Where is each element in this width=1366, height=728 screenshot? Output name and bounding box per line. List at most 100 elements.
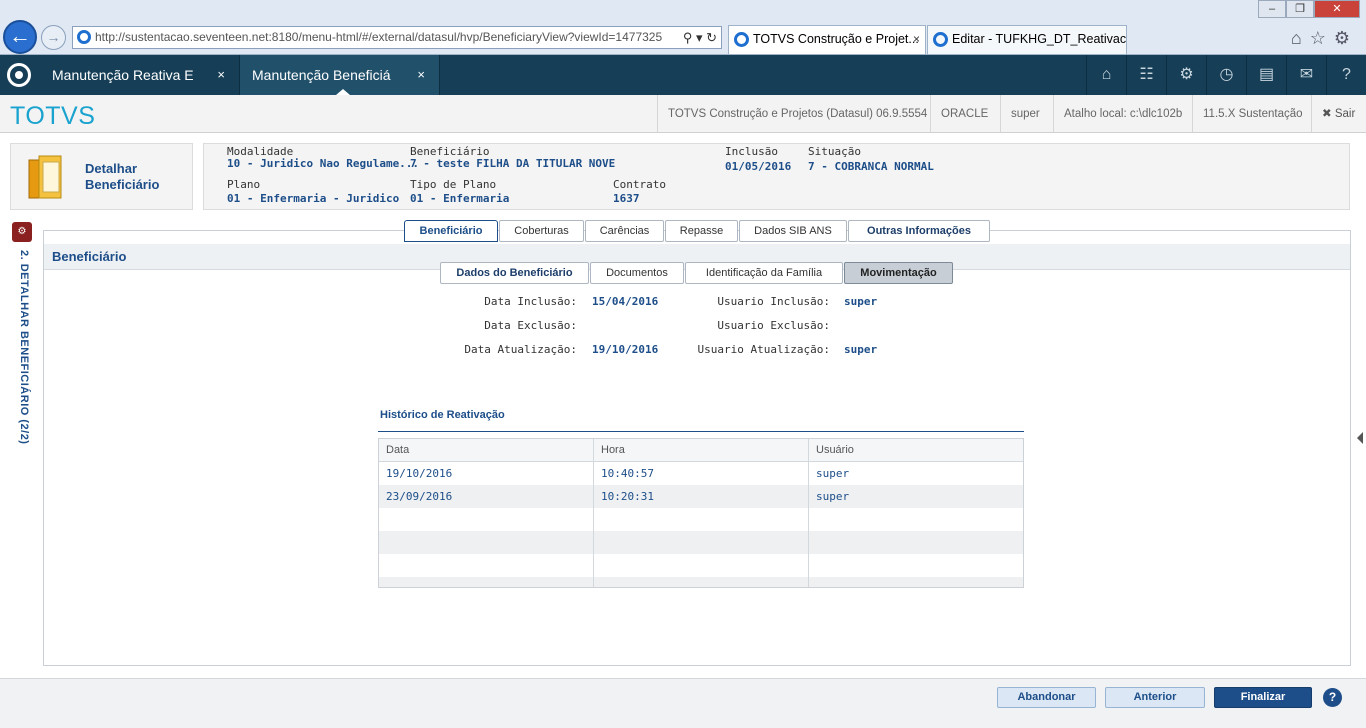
tab-repasse[interactable]: Repasse	[665, 220, 738, 242]
cell-usuario: super	[816, 467, 850, 480]
column-header-data[interactable]: Data	[379, 439, 409, 462]
column-divider	[593, 439, 594, 587]
usuario-exclusao-label: Usuario Exclusão:	[717, 319, 830, 332]
close-icon[interactable]: ×	[417, 55, 425, 95]
plano-label: Plano	[227, 178, 261, 191]
modalidade-value: 10 - Juridico Nao Regulame...	[227, 157, 420, 170]
app-tab-label: Manutenção Beneficiá	[252, 67, 391, 83]
data-inclusao-value: 15/04/2016	[592, 295, 659, 308]
tab-outras-informacoes[interactable]: Outras Informações	[848, 220, 990, 242]
app-tab-manutencao-reativa[interactable]: Manutenção Reativa E ×	[40, 55, 240, 95]
home-icon[interactable]: ⌂	[1086, 55, 1126, 95]
subtab-identificacao-familia[interactable]: Identificação da Família	[685, 262, 843, 284]
restore-icon[interactable]: ❐	[1286, 0, 1314, 18]
data-inclusao-label: Data Inclusão:	[484, 295, 577, 308]
gear-icon[interactable]: ⚙	[1166, 55, 1206, 95]
plano-value: 01 - Enfermaria - Juridico	[227, 192, 400, 205]
table-row-empty	[379, 508, 1023, 531]
divider	[378, 431, 1024, 432]
logout-button[interactable]: ✖ Sair	[1311, 95, 1365, 133]
tipo-plano-value: 01 - Enfermaria	[410, 192, 510, 205]
finalizar-button[interactable]: Finalizar	[1214, 687, 1312, 708]
context-title: Detalhar Beneficiário	[85, 161, 159, 193]
address-bar[interactable]: http://sustentacao.seventeen.net:8180/me…	[72, 26, 722, 49]
data-atualizacao-value: 19/10/2016	[592, 343, 659, 356]
table-row[interactable]: 23/09/2016 10:20:31 super	[379, 485, 1023, 508]
close-icon: ✖	[1322, 108, 1332, 120]
totvs-logo-icon[interactable]	[7, 63, 31, 87]
inclusao-value: 01/05/2016	[725, 160, 792, 173]
ie-icon	[77, 30, 91, 44]
panel-title: Beneficiário	[52, 249, 127, 264]
help-icon[interactable]: ?	[1323, 688, 1342, 707]
column-divider	[808, 439, 809, 587]
minimize-icon[interactable]: –	[1258, 0, 1286, 18]
usuario-inclusao-value: super	[844, 295, 878, 308]
app-tab-manutencao-beneficiario[interactable]: Manutenção Beneficiá ×	[240, 55, 440, 95]
window-close-icon[interactable]: ✕	[1314, 0, 1360, 18]
column-header-usuario[interactable]: Usuário	[809, 439, 854, 462]
tab-coberturas[interactable]: Coberturas	[499, 220, 584, 242]
close-icon[interactable]: ×	[913, 26, 920, 53]
tab-carencias[interactable]: Carências	[585, 220, 664, 242]
abandonar-button[interactable]: Abandonar	[997, 687, 1096, 708]
back-arrow-icon[interactable]: ←	[3, 20, 37, 54]
subtab-movimentacao[interactable]: Movimentação	[844, 262, 953, 284]
folder-icon	[28, 155, 62, 199]
browser-tab-label: TOTVS Construção e Projet...	[753, 32, 919, 46]
grid-header-row: Data Hora Usuário	[379, 439, 1023, 462]
cell-data: 19/10/2016	[386, 467, 453, 480]
logout-label: Sair	[1334, 108, 1356, 120]
anterior-button[interactable]: Anterior	[1105, 687, 1205, 708]
tab-dados-sib-ans[interactable]: Dados SIB ANS	[739, 220, 847, 242]
beneficiario-value: 7 - teste FILHA DA TITULAR NOVE	[410, 157, 616, 170]
usuario-atualizacao-label: Usuario Atualização:	[697, 343, 830, 356]
document-icon[interactable]: ▤	[1246, 55, 1286, 95]
context-title-box: Detalhar Beneficiário	[10, 143, 193, 210]
local-shortcut: Atalho local: c:\dlc102b	[1053, 95, 1192, 133]
usuario-atualizacao-value: super	[844, 343, 878, 356]
context-title-line1: Detalhar	[85, 161, 138, 176]
close-icon[interactable]: ×	[217, 55, 225, 95]
table-row[interactable]: 19/10/2016 10:40:57 super	[379, 462, 1023, 485]
brand-logo: TOTVS	[10, 102, 96, 130]
browser-tab-active[interactable]: TOTVS Construção e Projet... ×	[728, 25, 926, 54]
browser-tab[interactable]: Editar - TUFKHG_DT_Reativaca...	[927, 25, 1127, 54]
user-label: super	[1000, 95, 1050, 133]
app-tab-label: Manutenção Reativa E	[52, 67, 194, 83]
sitemap-icon[interactable]: ☷	[1126, 55, 1166, 95]
situacao-value: 7 - COBRANCA NORMAL	[808, 160, 934, 173]
browser-tab-label: Editar - TUFKHG_DT_Reativaca...	[952, 32, 1127, 46]
table-row-empty	[379, 554, 1023, 577]
browser-chrome: ← → http://sustentacao.seventeen.net:818…	[0, 0, 1366, 55]
help-icon[interactable]: ?	[1326, 55, 1366, 95]
environment-label: 11.5.X Sustentação	[1192, 95, 1313, 133]
table-row-empty	[379, 577, 1023, 587]
collapse-arrow-icon[interactable]	[1357, 432, 1363, 444]
subtab-documentos[interactable]: Documentos	[590, 262, 684, 284]
context-info-box: Modalidade 10 - Juridico Nao Regulame...…	[203, 143, 1350, 210]
search-refresh-icon[interactable]: ⚲ ▾ ↻	[678, 27, 717, 48]
ie-icon	[933, 32, 948, 47]
step-indicator: ⚙ 2. DETALHAR BENEFICIÁRIO (2/2)	[10, 222, 38, 462]
data-exclusao-label: Data Exclusão:	[484, 319, 577, 332]
mail-icon[interactable]: ✉	[1286, 55, 1326, 95]
cell-usuario: super	[816, 490, 850, 503]
cell-hora: 10:40:57	[601, 467, 654, 480]
forward-arrow-icon[interactable]: →	[41, 25, 66, 50]
header-bar: TOTVS TOTVS Construção e Projetos (Datas…	[0, 95, 1366, 133]
url-text: http://sustentacao.seventeen.net:8180/me…	[95, 30, 663, 44]
historico-title: Histórico de Reativação	[380, 409, 505, 421]
table-row-empty	[379, 531, 1023, 554]
column-header-hora[interactable]: Hora	[594, 439, 625, 462]
browser-toolbar-icons[interactable]: ⌂☆⚙	[1291, 28, 1358, 49]
dashboard-icon[interactable]: ◷	[1206, 55, 1246, 95]
inclusao-label: Inclusão	[725, 145, 778, 158]
context-title-line2: Beneficiário	[85, 177, 160, 192]
subtab-dados-beneficiario[interactable]: Dados do Beneficiário	[440, 262, 589, 284]
data-atualizacao-label: Data Atualização:	[464, 343, 577, 356]
situacao-label: Situação	[808, 145, 861, 158]
ie-icon	[734, 32, 749, 47]
usuario-inclusao-label: Usuario Inclusão:	[717, 295, 830, 308]
tab-beneficiario[interactable]: Beneficiário	[404, 220, 498, 242]
